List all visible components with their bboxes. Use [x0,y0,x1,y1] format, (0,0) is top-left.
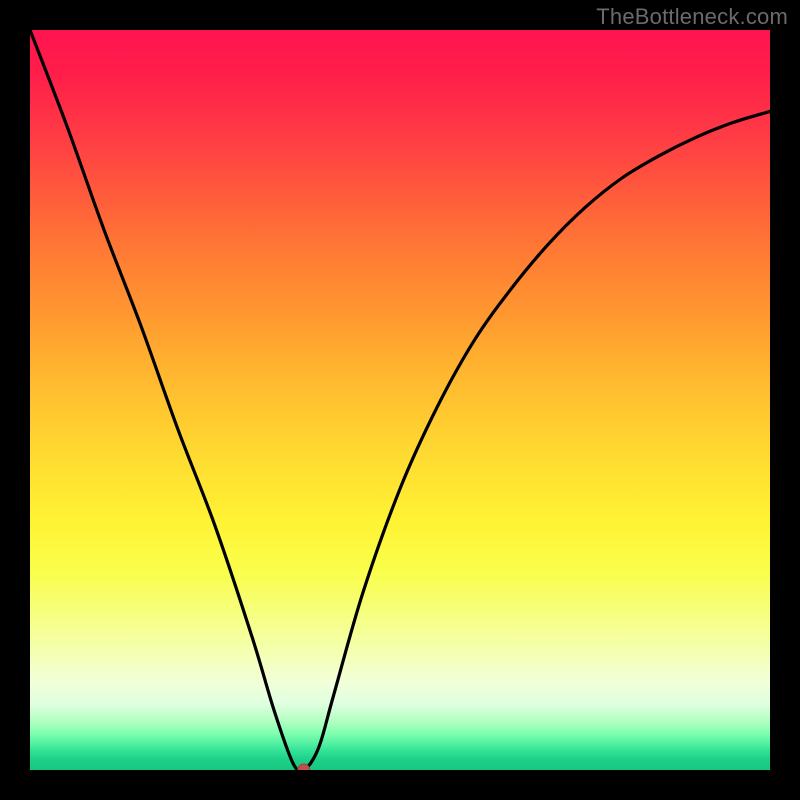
plot-area [30,30,770,770]
watermark-text: TheBottleneck.com [596,4,788,30]
bottleneck-curve-path [30,30,770,770]
curve-svg [30,30,770,770]
chart-container: TheBottleneck.com [0,0,800,800]
